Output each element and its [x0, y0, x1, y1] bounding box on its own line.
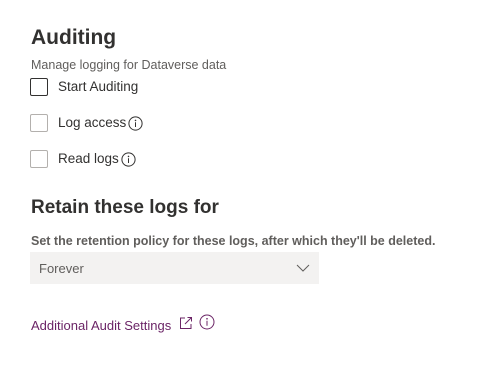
read-logs-option[interactable]: Read logs: [30, 149, 136, 169]
log-access-option[interactable]: Log access: [30, 113, 143, 133]
additional-audit-settings-link[interactable]: Additional Audit Settings: [31, 318, 171, 333]
additional-settings-row: Additional Audit Settings: [31, 314, 215, 334]
start-auditing-option[interactable]: Start Auditing: [30, 77, 138, 97]
read-logs-label: Read logs: [58, 151, 119, 166]
log-access-label: Log access: [58, 115, 127, 130]
auditing-settings-panel: Auditing Manage logging for Dataverse da…: [0, 0, 491, 366]
read-logs-info-icon[interactable]: [121, 151, 136, 167]
start-auditing-label: Start Auditing: [58, 79, 139, 94]
retention-selected-value: Forever: [39, 260, 84, 276]
retention-title: Retain these logs for: [31, 197, 219, 218]
start-auditing-checkbox[interactable]: [30, 78, 48, 96]
log-access-checkbox[interactable]: [30, 114, 48, 132]
auditing-description: Manage logging for Dataverse data: [31, 58, 227, 72]
retention-description: Set the retention policy for these logs,…: [31, 234, 436, 248]
additional-settings-info-icon[interactable]: [199, 314, 215, 330]
open-in-new-window-icon[interactable]: [179, 316, 193, 330]
log-access-info-icon[interactable]: [128, 115, 143, 131]
read-logs-checkbox[interactable]: [30, 150, 48, 168]
auditing-title: Auditing: [31, 26, 117, 49]
retention-period-dropdown[interactable]: Forever: [30, 252, 319, 284]
chevron-down-icon: [295, 260, 311, 276]
